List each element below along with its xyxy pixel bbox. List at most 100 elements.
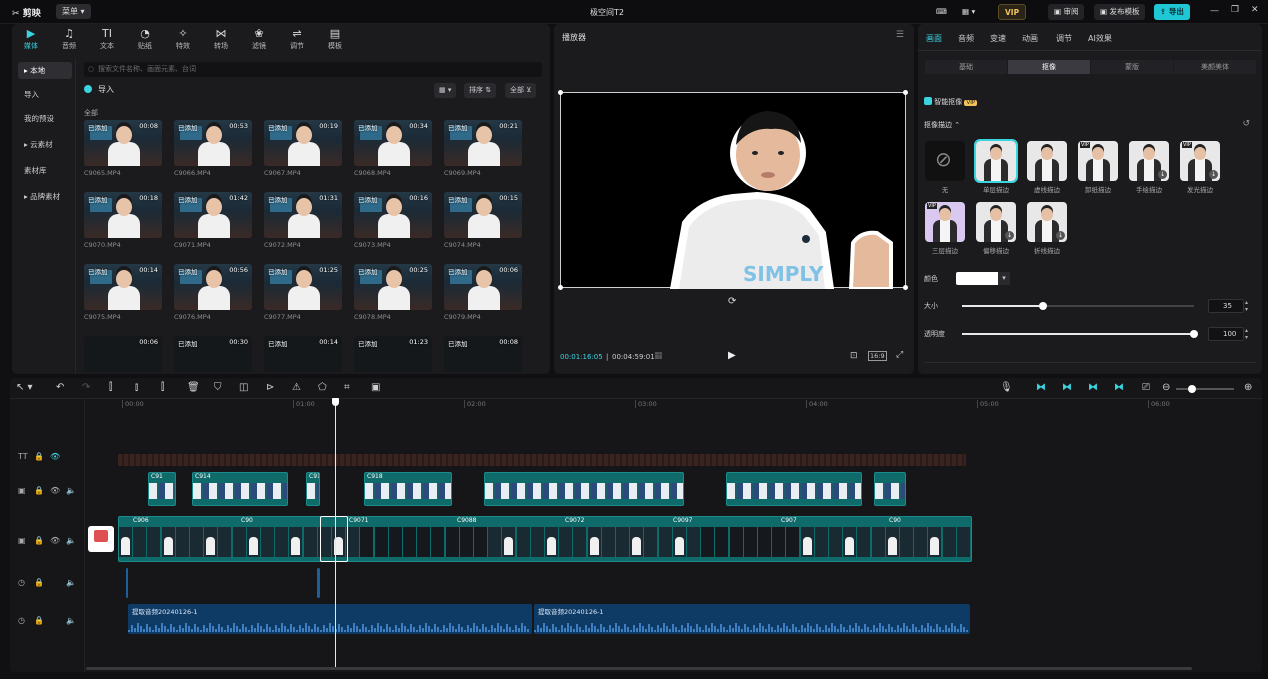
main-video-strip[interactable]: C906 C90 C9071 C9088 C9072 C9097 C907 C90 [118,516,972,562]
stroke-effect-4[interactable]: ↓ [1129,141,1169,181]
undo-icon[interactable]: ↶ [56,382,64,393]
media-thumbnail[interactable]: 已添加 00:16 [354,192,432,238]
import-button[interactable]: 导入 [84,84,114,95]
stroke-effect-0[interactable]: ⊘ [925,141,965,181]
media-thumbnail[interactable]: 已添加 00:34 [354,120,432,166]
timeline-grid-icon[interactable]: ▦ [654,351,663,361]
opacity-stepper[interactable]: ▴ ▾ [1245,327,1248,341]
mute-icon[interactable]: 🔈 [66,486,76,495]
tab-adjust[interactable]: ⇌ 调节 [278,27,316,51]
opacity-input[interactable]: 100 [1208,327,1244,341]
overlay-clip[interactable] [874,472,906,506]
reset-icon[interactable]: ↺ [1242,119,1250,129]
ratio-button[interactable]: 16:9 [868,351,887,361]
stroke-effect-7[interactable]: ↓ [976,202,1016,242]
stroke-effect-6[interactable]: VIP [925,202,965,242]
fullscreen-icon[interactable]: ⤢ [896,350,903,360]
image-edit-icon[interactable]: ▣ [371,382,380,393]
maximize-icon[interactable]: ❐ [1231,5,1239,15]
media-thumbnail[interactable]: 已添加 00:21 [444,120,522,166]
overlay-clip[interactable] [726,472,862,506]
review-button[interactable]: ▣ 审阅 [1048,4,1085,20]
cover-thumbnail[interactable] [88,526,114,552]
media-thumbnail[interactable]: 已添加 00:56 [174,264,252,310]
resize-handle[interactable] [903,90,908,95]
stroke-effect-8[interactable]: ↓ [1027,202,1067,242]
media-thumbnail[interactable]: 已添加 00:18 [84,192,162,238]
lock-icon[interactable]: 🔒 [34,616,44,625]
playhead[interactable] [332,398,339,668]
props-tab[interactable]: 变速 [990,33,1006,44]
delete-icon[interactable]: 🗑 [187,382,200,393]
resize-handle[interactable] [558,90,563,95]
split-right-icon[interactable]: ⫿ [161,382,164,393]
props-tab[interactable]: 调节 [1056,33,1072,44]
props-tab[interactable]: AI效果 [1088,33,1112,44]
rotate-icon[interactable]: ⬠ [318,382,327,393]
stroke-effect-1[interactable] [974,139,1018,183]
layout-icon[interactable]: ▦ ▾ [956,4,981,20]
left-nav-item[interactable]: 素材库 [18,162,72,179]
close-icon[interactable]: ✕ [1251,5,1259,15]
rotate-icon[interactable]: ⟳ [728,296,736,307]
zoom-slider[interactable] [1176,385,1234,393]
select-tool-icon[interactable]: ↖ ▾ [16,382,33,393]
media-thumbnail[interactable]: 已添加 01:31 [264,192,342,238]
props-segment[interactable]: 美颜美体 [1174,60,1256,74]
eye-icon[interactable]: 👁 [50,486,60,495]
monitor-icon[interactable]: ⎚ [1142,382,1150,393]
volume-icon[interactable]: 🔈 [66,578,76,587]
tab-transition[interactable]: ⋈ 转场 [202,27,240,51]
volume-icon[interactable]: 🔈 [66,616,76,625]
selected-clip[interactable] [320,516,348,562]
stroke-effect-2[interactable] [1027,141,1067,181]
overlay-clip[interactable]: C914 [192,472,288,506]
keyboard-icon[interactable]: ⌨ [930,4,953,20]
split-left-icon[interactable]: ⫾ [135,382,138,393]
audio-marker[interactable] [317,568,320,598]
media-thumbnail[interactable]: 已添加 00:08 [84,120,162,166]
audio-clip[interactable]: 提取音频20240126-1 [534,604,970,634]
lock-icon[interactable]: 🔒 [34,486,44,495]
eye-icon[interactable]: 👁 [50,536,60,545]
resize-handle[interactable] [903,285,908,290]
horizontal-scrollbar[interactable] [86,667,1192,670]
zoom-out-icon[interactable]: ⊖ [1162,382,1170,393]
shield-icon[interactable]: ⛉ [214,382,222,393]
size-slider[interactable] [962,302,1194,310]
publish-template-button[interactable]: ▣ 发布模板 [1094,4,1146,20]
overlay-clip[interactable]: C91 [148,472,176,506]
audio-icon[interactable]: 🔈 [66,536,76,545]
media-thumbnail[interactable]: 00:06 [84,336,162,372]
props-segment[interactable]: 基础 [925,60,1007,74]
menu-button[interactable]: 菜单 ▾ [56,4,91,19]
minimize-icon[interactable]: — [1210,6,1219,16]
overlay-clip[interactable]: C918 [364,472,452,506]
media-thumbnail[interactable]: 已添加 00:53 [174,120,252,166]
checkbox-icon[interactable] [924,97,932,105]
text-clip-strip[interactable] [118,454,966,466]
export-button[interactable]: ⇪ 导出 [1154,4,1190,20]
stroke-effect-3[interactable]: VIP [1078,141,1118,181]
color-picker[interactable]: ▾ [956,272,1010,285]
preview-axis-icon[interactable]: ⧓ [1114,382,1124,393]
media-thumbnail[interactable]: 已添加 00:25 [354,264,432,310]
play-icon[interactable]: ▶ [728,350,736,361]
left-nav-item[interactable]: ▸ 品牌素材 [18,188,72,205]
tab-template[interactable]: ▤ 模板 [316,27,354,51]
media-thumbnail[interactable]: 已添加 01:25 [264,264,342,310]
eye-icon[interactable]: 👁 [50,452,60,461]
props-tab[interactable]: 动画 [1022,33,1038,44]
stroke-effect-5[interactable]: VIP ↓ [1180,141,1220,181]
media-thumbnail[interactable]: 已添加 00:14 [84,264,162,310]
search-input[interactable]: ○ 搜索文件名称、画面元素、台词 [84,62,542,77]
audio-marker[interactable] [126,568,128,598]
size-stepper[interactable]: ▴ ▾ [1245,299,1248,313]
tab-audio[interactable]: ♫ 音频 [50,27,88,51]
vip-button[interactable]: VIP [998,4,1027,20]
fullscreen-zoom-icon[interactable]: ⊡ [850,351,858,361]
media-thumbnail[interactable]: 已添加 00:14 [264,336,342,372]
media-thumbnail[interactable]: 已添加 01:23 [354,336,432,372]
player-menu-icon[interactable]: ☰ [896,30,904,40]
left-nav-item[interactable]: 我的预设 [18,110,72,127]
